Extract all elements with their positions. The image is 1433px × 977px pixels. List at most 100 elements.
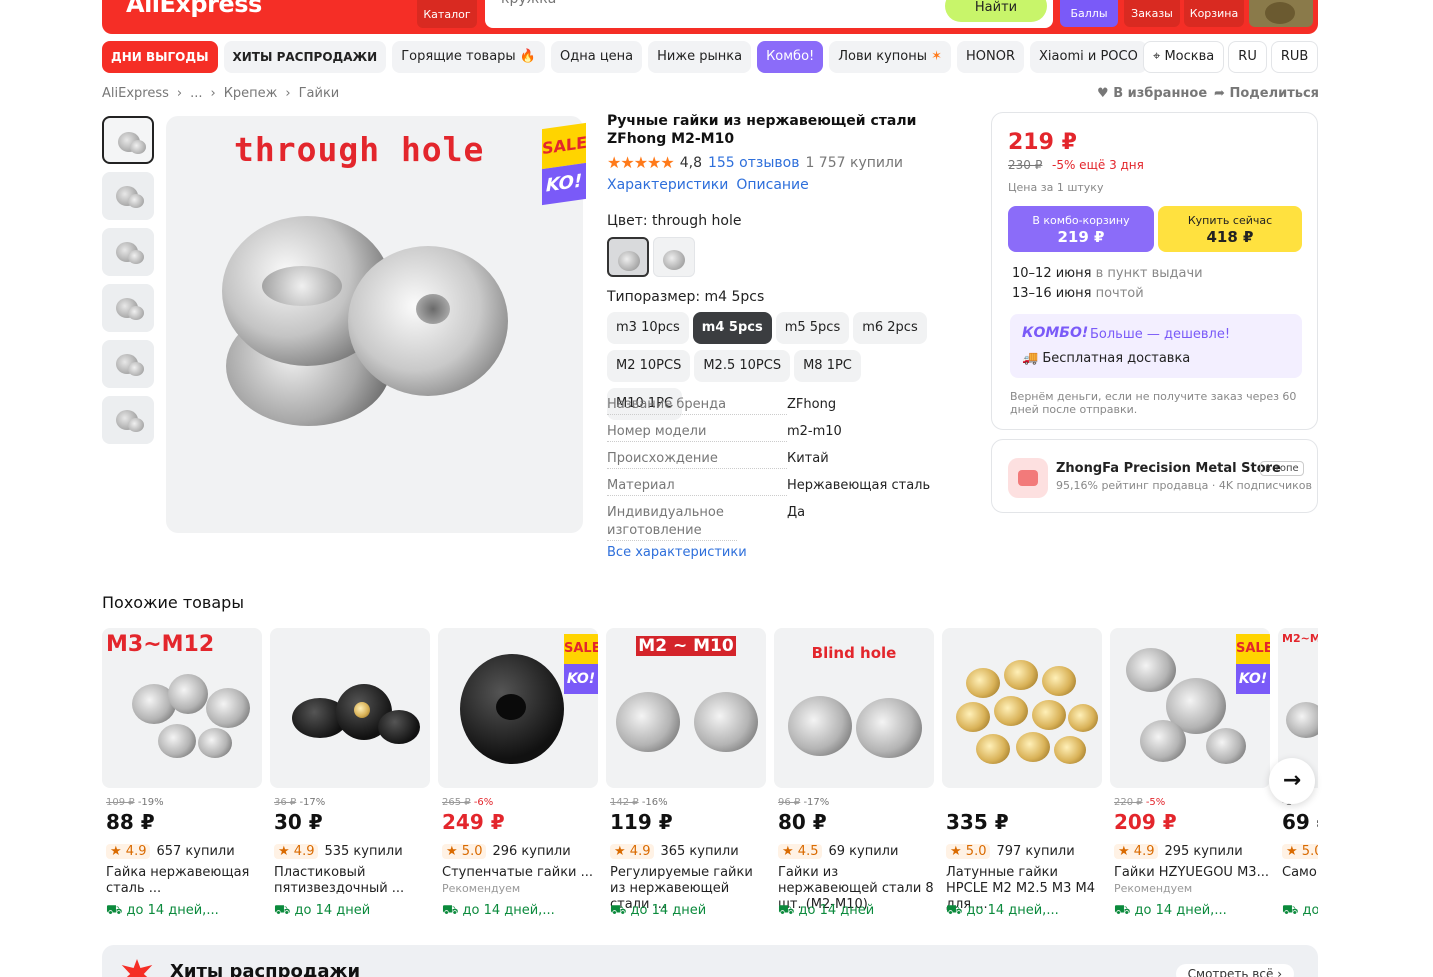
- all-specs-link[interactable]: Все характеристики: [607, 545, 747, 560]
- color-swatches: [607, 237, 695, 277]
- buy-now-button[interactable]: Купить сейчас 418 ₽: [1158, 206, 1302, 252]
- rating-value: 5.0: [965, 844, 987, 859]
- rating-badge: ★ 5.0: [1282, 844, 1318, 859]
- size-option[interactable]: m3 10pcs: [607, 312, 689, 344]
- locale-controls: ⌖ Москва RU RUB: [1143, 41, 1319, 73]
- size-option[interactable]: m6 2pcs: [853, 312, 927, 344]
- product-card[interactable]: 335 ₽ ★ 5.0 797 купили Латунные гайки HPC…: [942, 628, 1102, 920]
- truck-icon: ⛟: [1282, 903, 1299, 918]
- catalog-button[interactable]: Каталог: [417, 0, 477, 28]
- aliexpress-logo[interactable]: AliExpress: [126, 0, 262, 18]
- location-selector[interactable]: ⌖ Москва: [1143, 41, 1225, 73]
- thumbnail[interactable]: [102, 340, 154, 388]
- main-product-image[interactable]: through hole: [166, 116, 583, 533]
- size-option[interactable]: m5 5pcs: [775, 312, 850, 344]
- price: 249 ₽: [442, 810, 505, 834]
- product-card[interactable]: SALE KO! 220 ₽ -5% 209 ₽ ★ 4.9 295 купили …: [1110, 628, 1270, 920]
- product-card-image: SALE KO!: [438, 628, 598, 788]
- product-card[interactable]: 36 ₽ -17% 30 ₽ ★ 4.9 535 купили Пластиков…: [270, 628, 430, 920]
- add-to-combo-button[interactable]: В комбо-корзину 219 ₽: [1008, 206, 1154, 252]
- nav-one-price[interactable]: Одна цена: [551, 41, 643, 73]
- thumbnail[interactable]: [102, 228, 154, 276]
- description-link[interactable]: Описание: [736, 177, 808, 193]
- product-name: Гайки HZYUEGOU M3... Рекомендуем: [1110, 865, 1270, 897]
- size-label: Типоразмер: m4 5pcs: [607, 289, 765, 305]
- points-button[interactable]: Баллы: [1060, 0, 1118, 27]
- search-input[interactable]: [501, 0, 901, 7]
- nut-image: [198, 728, 232, 758]
- price: 88 ₽: [106, 810, 155, 834]
- combo-promo[interactable]: КОМБО! Больше — дешевле! 🚚 Бесплатная до…: [1010, 314, 1302, 378]
- share-button[interactable]: ➦ Поделиться: [1214, 86, 1319, 101]
- shipping-label: до 14 дней: [798, 903, 875, 918]
- search-button[interactable]: Найти: [945, 0, 1047, 22]
- reviews-link[interactable]: 155 отзывов: [708, 155, 799, 171]
- nav-deal-days[interactable]: ДНИ ВЫГОДЫ: [102, 41, 218, 73]
- nav-combo[interactable]: Комбо!: [757, 41, 824, 73]
- nut-image: [354, 702, 370, 718]
- knob-image: [378, 710, 420, 744]
- orders-button[interactable]: Заказы: [1124, 0, 1180, 27]
- color-swatch-blind-hole[interactable]: [653, 237, 695, 277]
- favorite-button[interactable]: ♥ В избранное: [1097, 86, 1207, 101]
- size-option[interactable]: M2 10PCS: [607, 350, 691, 382]
- breadcrumb-item[interactable]: ...: [190, 86, 202, 101]
- shipping-info: ⛟ до 14 дней: [606, 903, 766, 920]
- similar-carousel: M3~M12 109 ₽ -19% 88 ₽ ★ 4.9 657 купили Г…: [102, 628, 1318, 928]
- product-card[interactable]: Blind hole 96 ₽ -17% 80 ₽ ★ 4.5 69 купили…: [774, 628, 934, 920]
- specs-link[interactable]: Характеристики: [607, 177, 728, 193]
- see-all-button[interactable]: Смотреть всё ›: [1175, 964, 1294, 977]
- rating-row: ★ 4.5 69 купили: [774, 844, 934, 859]
- bought-count: 1 757 купили: [805, 154, 904, 171]
- nav-hot-items[interactable]: Горящие товары 🔥: [392, 41, 546, 73]
- breadcrumb-item[interactable]: AliExpress: [102, 86, 169, 101]
- cart-button[interactable]: Корзина: [1184, 0, 1244, 27]
- color-swatch-through-hole[interactable]: [607, 237, 649, 277]
- points-label: Баллы: [1070, 7, 1108, 20]
- nav-sale-hits[interactable]: ХИТЫ РАСПРОДАЖИ: [223, 41, 387, 73]
- language-selector[interactable]: RU: [1228, 41, 1267, 73]
- sale-label: SALE: [1236, 634, 1270, 664]
- spec-row: Название бренда ZFhong: [607, 396, 977, 415]
- breadcrumb-item[interactable]: Крепеж: [224, 86, 278, 101]
- spec-value: Нержавеющая сталь: [787, 478, 931, 493]
- product-name: Гайки из нержавеющей стали 8 шт. (M2-M10…: [778, 865, 934, 912]
- spec-key: Материал: [607, 477, 787, 496]
- thumbnail[interactable]: [102, 116, 154, 164]
- product-card[interactable]: M2 ~ M10 142 ₽ -16% 119 ₽ ★ 4.9 365 купил…: [606, 628, 766, 920]
- product-card[interactable]: M3~M12 109 ₽ -19% 88 ₽ ★ 4.9 657 купили Г…: [102, 628, 262, 920]
- delivery-type: в пункт выдачи: [1095, 266, 1203, 281]
- size-option[interactable]: M8 1PC: [794, 350, 861, 382]
- specs-table: Название бренда ZFhong Номер модели m2-m10…: [607, 396, 977, 549]
- rating-value: 5.0: [1301, 844, 1318, 859]
- bought-count: 657 купили: [156, 844, 235, 859]
- old-price: 142 ₽: [610, 797, 639, 808]
- arrow-right-icon[interactable]: →: [1269, 758, 1315, 804]
- thumbnail[interactable]: [102, 284, 154, 332]
- currency-selector[interactable]: RUB: [1270, 41, 1319, 73]
- rating-value: 4.9: [629, 844, 651, 859]
- breadcrumb-item[interactable]: Гайки: [299, 86, 340, 101]
- store-card[interactable]: ZhongFa Precision Metal Store в топе 95,…: [991, 439, 1318, 513]
- product-card-image: M2 ~ M10: [606, 628, 766, 788]
- size-option[interactable]: M2.5 10PCS: [694, 350, 791, 382]
- store-name[interactable]: ZhongFa Precision Metal Store: [1056, 461, 1281, 476]
- nav-below-market[interactable]: Ниже рынка: [648, 41, 752, 73]
- user-avatar[interactable]: [1249, 0, 1313, 27]
- product-name: Само из не: [1282, 865, 1318, 880]
- size-option-selected[interactable]: m4 5pcs: [692, 312, 772, 344]
- old-price-row: 109 ₽ -19%: [102, 797, 262, 809]
- nut-image: [956, 702, 990, 732]
- nav-honor[interactable]: HONOR: [957, 41, 1025, 73]
- price: 209 ₽: [1114, 810, 1177, 834]
- bought-count: 797 купили: [996, 844, 1075, 859]
- nav-coupons-label: Лови купоны: [838, 49, 927, 64]
- nut-image: [618, 251, 640, 271]
- thumbnail[interactable]: [102, 172, 154, 220]
- buy-box: 219 ₽ 230 ₽ -5% ещё 3 дня Цена за 1 штук…: [991, 112, 1318, 430]
- spec-value: Китай: [787, 451, 829, 466]
- product-card[interactable]: SALE KO! 265 ₽ -6% 249 ₽ ★ 5.0 296 купили …: [438, 628, 598, 920]
- thumbnail[interactable]: [102, 396, 154, 444]
- nav-coupons[interactable]: Лови купоны ✶: [829, 41, 952, 73]
- nav-xiaomi[interactable]: Xiaomi и POCO: [1030, 41, 1147, 73]
